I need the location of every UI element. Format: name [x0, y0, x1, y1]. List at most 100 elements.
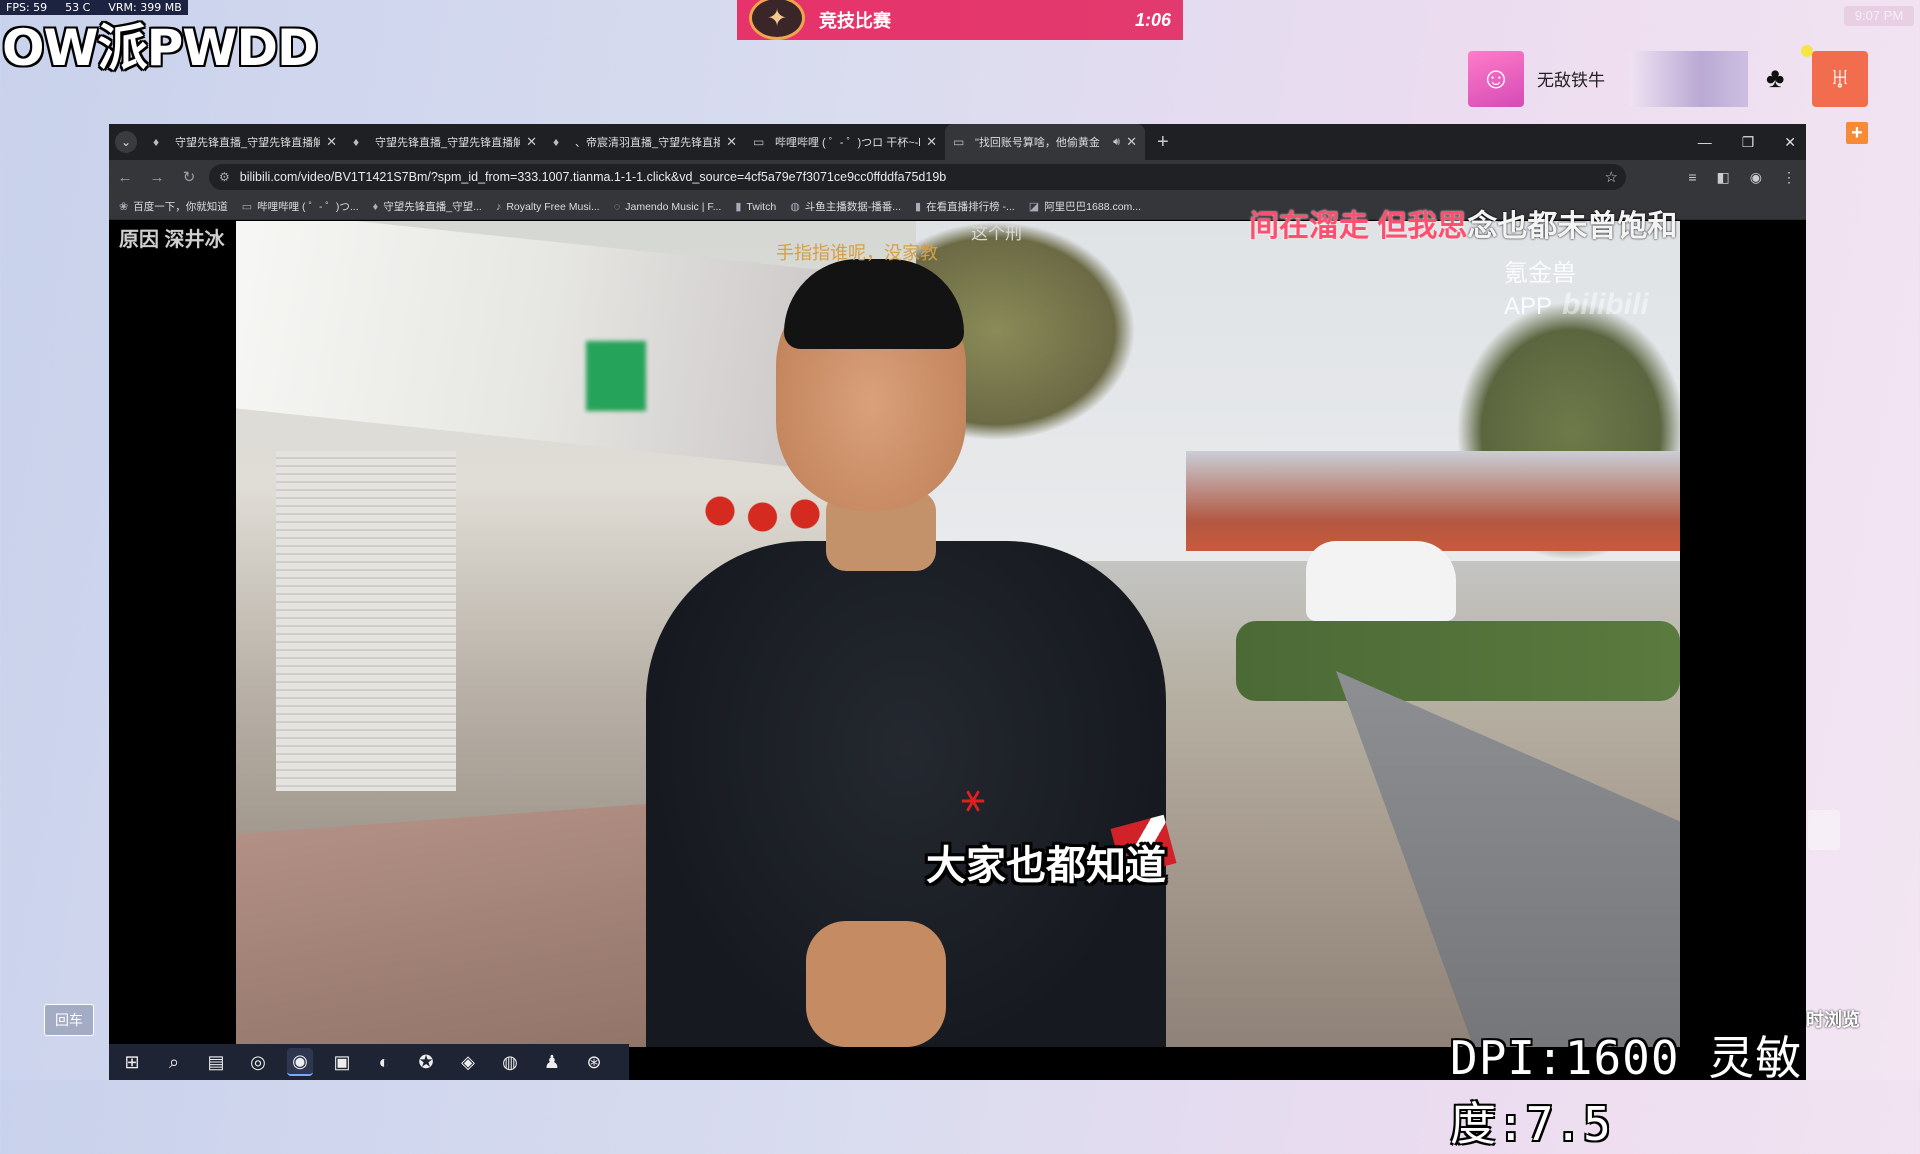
video-road [1336, 671, 1680, 1047]
bookmark-label: 阿里巴巴1688.com... [1044, 201, 1142, 213]
danmaku-comment: 间在溜走 但我思念也都未曾饱和 [1249, 201, 1677, 245]
rank-emblem-icon: ✦ [749, 0, 805, 40]
close-tab-icon[interactable]: ✕ [926, 134, 937, 150]
forward-icon[interactable]: → [141, 169, 173, 186]
tab-title: "找回账号算啥，他偷黄金 [975, 137, 1100, 149]
wechat-icon[interactable]: ◎ [245, 1049, 271, 1075]
clock: 9:07 PM [1844, 6, 1914, 26]
browser-tab[interactable]: ♦ 、帝宸清羽直播_守望先锋直播 ✕ [545, 124, 745, 160]
competitive-label: 竞技比赛 [819, 11, 891, 31]
baidu-icon: ❀ [119, 201, 129, 213]
video-subtitle: 大家也都知道 [926, 844, 1166, 888]
close-tab-icon[interactable]: ✕ [726, 134, 737, 150]
jumpman-logo-icon: ⚹ [961, 776, 985, 820]
join-party-button[interactable]: ♅ [1812, 51, 1868, 107]
window-controls: — ❐ ✕ [1698, 124, 1796, 160]
side-panel-icon[interactable]: ◧ [1717, 169, 1730, 186]
tab-title: 守望先锋直播_守望先锋直播解 [375, 137, 521, 149]
ow-icon: ♦ [553, 135, 560, 149]
browser-window: ⌄ ♦ 守望先锋直播_守望先锋直播解 ✕ ♦ 守望先锋直播_守望先锋直播解 ✕ … [109, 124, 1806, 1080]
chrome-icon[interactable]: ◉ [287, 1048, 313, 1076]
bilibili-icon: ▭ [753, 135, 765, 149]
party-member-name: 无敌铁牛 [1537, 71, 1605, 90]
bilibili-logo: bilibili [1562, 288, 1649, 321]
new-tab-button[interactable]: + [1157, 131, 1169, 154]
bookmark-item[interactable]: ◍ 斗鱼主播数据-播番... [790, 199, 901, 214]
party-slot-empty[interactable] [1630, 51, 1748, 107]
video-frame[interactable]: ⚹ 手指指谁呢，没家教 这个刑 氪金兽APP bilibili 大家也都知道 [236, 221, 1680, 1047]
bookmark-label: 斗鱼主播数据-播番... [804, 201, 902, 213]
tab-search-button[interactable]: ⌄ [115, 131, 137, 153]
music-icon: ♪ [495, 200, 502, 213]
menu-icon[interactable]: ⋮ [1782, 169, 1796, 186]
profile-icon[interactable]: ◉ [1750, 169, 1762, 186]
overwatch-icon[interactable]: ⊛ [581, 1049, 607, 1075]
browser-tab-active[interactable]: ▭ "找回账号算啥，他偷黄金 🔊︎ ✕ [945, 124, 1145, 160]
bookmark-item[interactable]: ◪ 阿里巴巴1688.com... [1029, 199, 1141, 214]
obs-icon[interactable]: ◐ [371, 1049, 397, 1075]
queue-timer: 1:06 [1134, 9, 1171, 30]
media-controls-icon[interactable]: ≡ [1688, 169, 1696, 185]
ow-icon: ♦ [353, 135, 360, 149]
back-icon[interactable]: ← [109, 169, 141, 186]
bookmark-item[interactable]: ▭ 哔哩哔哩 ( ゜- ゜)つ... [242, 199, 359, 214]
close-tab-icon[interactable]: ✕ [326, 134, 337, 150]
start-icon[interactable]: ⊞ [119, 1049, 145, 1075]
bookmark-label: 哔哩哔哩 ( ゜- ゜)つ... [257, 201, 359, 213]
alibaba-icon: ◪ [1028, 201, 1040, 213]
party-group-icon[interactable]: ♣ [1766, 62, 1784, 94]
bilibili-icon: ▭ [241, 201, 253, 213]
side-panel-element [1808, 810, 1840, 850]
video-player[interactable]: ⚹ 手指指谁呢，没家教 这个刑 氪金兽APP bilibili 大家也都知道 原因… [109, 210, 1806, 1047]
close-window-icon[interactable]: ✕ [1784, 134, 1796, 151]
search-icon[interactable]: ⌕ [161, 1049, 187, 1075]
danmaku-comment: 手指指谁呢，没家教 [776, 243, 938, 263]
bookmark-item[interactable]: ▮ Twitch [735, 200, 776, 214]
steam-icon[interactable]: ◈ [455, 1049, 481, 1075]
video-background-buildings [1186, 451, 1680, 551]
enter-button[interactable]: 回车 [44, 1004, 94, 1036]
speaker-icon[interactable]: 🔊︎ [1113, 136, 1120, 149]
tab-title: 守望先锋直播_守望先锋直播解 [175, 137, 321, 149]
competitive-match-banner: ✦ 竞技比赛 1:06 [737, 0, 1183, 40]
twitch-icon: ▮ [735, 201, 742, 213]
douyu-icon: ◍ [790, 201, 800, 213]
bookmark-item[interactable]: ♦ 守望先锋直播_守望... [373, 199, 482, 214]
qq-icon[interactable]: ♟ [539, 1049, 565, 1075]
add-button[interactable]: + [1846, 122, 1868, 144]
browser-toolbar: ← → ↻ ⚙ bilibili.com/video/BV1T1421S7Bm/… [109, 160, 1806, 194]
streamer-name-overlay: OW派PWDD [2, 19, 318, 77]
bookmark-item[interactable]: ❀ 百度一下，你就知道 [119, 199, 228, 214]
minimize-icon[interactable]: — [1698, 134, 1712, 150]
bilibili-icon: ▭ [953, 135, 965, 149]
site-info-icon[interactable]: ⚙ [219, 170, 230, 184]
bookmark-label: 在看直播排行榜 -... [926, 201, 1015, 213]
browser-tab[interactable]: ▭ 哔哩哔哩 ( ゜- ゜)つロ 干杯~-bi ✕ [745, 124, 945, 160]
bookmark-star-icon[interactable]: ☆ [1605, 168, 1618, 186]
danmaku-comment: 这个刑 [971, 224, 1022, 243]
video-watermark: 氪金兽APP bilibili [1504, 253, 1680, 322]
address-bar[interactable]: ⚙ bilibili.com/video/BV1T1421S7Bm/?spm_i… [209, 164, 1626, 190]
toolbar-actions: ≡ ◧ ◉ ⋮ [1688, 160, 1796, 194]
live-app-icon[interactable]: ▣ [329, 1049, 355, 1075]
reload-icon[interactable]: ↻ [173, 168, 205, 186]
party-member-avatar[interactable]: ☺ [1468, 51, 1524, 107]
battlenet-icon[interactable]: ✪ [413, 1049, 439, 1075]
bookmark-item[interactable]: ◌ Jamendo Music | F... [614, 201, 722, 213]
url-text[interactable]: bilibili.com/video/BV1T1421S7Bm/?spm_id_… [240, 170, 946, 184]
ow-icon: ♦ [372, 200, 379, 213]
file-explorer-icon[interactable]: ▤ [203, 1049, 229, 1075]
close-tab-icon[interactable]: ✕ [526, 134, 537, 150]
bookmark-item[interactable]: ▮ 在看直播排行榜 -... [915, 199, 1015, 214]
close-tab-icon[interactable]: ✕ [1126, 134, 1137, 150]
video-shutter [276, 451, 456, 791]
netease-music-icon[interactable]: ◍ [497, 1049, 523, 1075]
tab-title: 哔哩哔哩 ( ゜- ゜)つロ 干杯~-bi [775, 137, 921, 149]
dpi-text: DPI:1600 [1450, 1031, 1680, 1085]
browser-tab[interactable]: ♦ 守望先锋直播_守望先锋直播解 ✕ [145, 124, 345, 160]
bookmark-item[interactable]: ♪ Royalty Free Musi... [496, 201, 600, 213]
danmaku-comment: 原因 深井冰 [119, 229, 225, 251]
browser-tab[interactable]: ♦ 守望先锋直播_守望先锋直播解 ✕ [345, 124, 545, 160]
restore-icon[interactable]: ❐ [1742, 134, 1755, 151]
rank-icon: ▮ [915, 201, 922, 213]
